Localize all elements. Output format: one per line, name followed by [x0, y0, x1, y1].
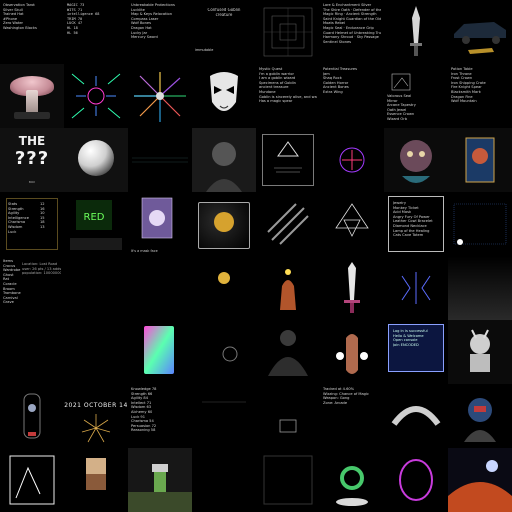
tile-moon-ring[interactable]: [192, 320, 256, 384]
tile-sketch-frame[interactable]: [0, 448, 64, 512]
tile-loadout-text-2[interactable]: Potion Table Iron Throne Frost Crown Iron S…: [448, 64, 512, 128]
tile-stat-sheet[interactable]: Stats Strength Agility Intelligence Charisma…: [0, 192, 64, 256]
item-line-8: Mercury Sword: [131, 35, 158, 40]
icon-list-line-6: Wizard Orb: [387, 116, 407, 121]
the-title: THE: [18, 134, 46, 148]
tile-dark-gradient[interactable]: [448, 256, 512, 320]
tile-coin[interactable]: [192, 256, 256, 320]
terminal-line-4: Join ENCODED: [393, 342, 419, 347]
tile-neon-bars[interactable]: [384, 256, 448, 320]
tile-stats-1[interactable]: MAGIC 73 WITS 71 intelligence 68 TRIM 70 LUC…: [64, 0, 128, 64]
frame: [262, 134, 314, 186]
stat-value-6: 13: [40, 224, 45, 229]
nft-thumbnail-grid: Observation Tarot Silver Skull Trained Hat…: [0, 0, 512, 512]
menu-box: Jewelry Monkey Ticket Acid Mask Angry Fury …: [388, 196, 444, 252]
tile-card-art[interactable]: [448, 128, 512, 192]
quest-line-8: Has a magic spear: [259, 99, 293, 104]
tile-mask-card[interactable]: It's a mask face: [128, 192, 192, 256]
tile-text-loadout-1[interactable]: Observation Tarot Silver Skull Trained Hat…: [0, 0, 64, 64]
tile-muscle-figure[interactable]: [256, 320, 320, 384]
tile-wireframe[interactable]: [192, 384, 256, 448]
tile-items-list-1[interactable]: Unbreakable Protections Lucklite Map & Key…: [128, 0, 192, 64]
tile-fire-landscape[interactable]: [448, 448, 512, 512]
tile-sword-vertical[interactable]: [320, 256, 384, 320]
tile-grid-pattern[interactable]: [256, 448, 320, 512]
tile-neon-symmetry[interactable]: [64, 64, 128, 128]
tile-figure-orange[interactable]: [256, 256, 320, 320]
tile-dark-blank-4[interactable]: [64, 320, 128, 384]
stat-name-7: Luck: [8, 229, 17, 234]
stat-line-7: HL 56: [67, 30, 78, 35]
tile-key-wheel[interactable]: [128, 64, 192, 128]
tile-holo-card[interactable]: [128, 320, 192, 384]
location-stat-1: Location: Lost Road: [22, 262, 58, 266]
tile-triangle-geometry[interactable]: [320, 192, 384, 256]
loadout-line-6: Washington Blocks: [3, 25, 37, 30]
tile-robot-toy[interactable]: [448, 320, 512, 384]
tile-menu-list[interactable]: Jewelry Monkey Ticket Acid Mask Angry Fury …: [384, 192, 448, 256]
treasure-line-6: Extra Wing: [323, 89, 343, 94]
tile-treasures-text[interactable]: Potential Treasures Jam Shaq Rock Golden Ho…: [320, 64, 384, 128]
location-item-10: Grave: [3, 300, 14, 305]
tile-pixel-warrior[interactable]: [128, 448, 192, 512]
the-question-marks: ???: [14, 148, 50, 169]
tile-dark-blank-1[interactable]: [64, 256, 128, 320]
tile-tracked-text[interactable]: Tracked at 4.60% Wizzing: Chance of Magic…: [320, 384, 384, 448]
tile-mystery-box[interactable]: THE ??? BOX: [0, 128, 64, 192]
tile-green-neon-sign[interactable]: RED: [64, 192, 128, 256]
tile-attribute-list[interactable]: Knowledge 78 Strength 66 Agility 84 Intelle…: [128, 384, 192, 448]
tile-framed-logo[interactable]: [256, 128, 320, 192]
lore-line-9: Sentinel Stones: [323, 39, 352, 44]
tile-lore-text[interactable]: Lore & Enchantment Silver The Shire Oath …: [320, 0, 384, 64]
tracked-line-4: Zone: Arcade: [323, 400, 348, 405]
tile-ornate-portrait[interactable]: [384, 128, 448, 192]
tile-footer: immutable: [195, 48, 214, 52]
loadout-line-2-8: Wolf Mountain: [451, 99, 477, 104]
tile-pixel-map[interactable]: [448, 192, 512, 256]
tile-dark-lines[interactable]: [128, 128, 192, 192]
tile-caption: It's a mask face: [131, 249, 158, 253]
tile-brown-swatch[interactable]: [64, 448, 128, 512]
tile-items-icon-list[interactable]: Valorous Seal Mirror Arcane Tapestry Oath J…: [384, 64, 448, 128]
tile-astronaut[interactable]: [448, 384, 512, 448]
tile-creature-title[interactable]: Confused Goblin creature immutable: [192, 0, 256, 64]
sphere-shape: [78, 140, 114, 176]
tile-location-stats[interactable]: Items Crocus Wardrobe Ghost Rat Coracle Broom T…: [0, 256, 64, 320]
tile-golden-card[interactable]: [192, 192, 256, 256]
tile-mask-face[interactable]: [192, 64, 256, 128]
tile-maze-pattern[interactable]: [256, 0, 320, 64]
creature-line-2: creature: [215, 12, 233, 17]
tile-sphere-art[interactable]: [64, 128, 128, 192]
tile-sword-art[interactable]: [384, 0, 448, 64]
tile-quest-text[interactable]: Mystic Quest I'm a goblin warrior I am a g…: [256, 64, 320, 128]
terminal-window: Log in is successful Hello & Welcome Open …: [388, 324, 444, 372]
tile-box-outline[interactable]: [256, 384, 320, 448]
tile-arc-swoosh[interactable]: [384, 384, 448, 448]
the-subtitle: BOX: [28, 180, 36, 184]
mushroom-stem: [26, 90, 38, 114]
location-stat-3: population: 1000000000: [22, 271, 61, 276]
svg-text:RED: RED: [84, 212, 105, 223]
tile-date-burst[interactable]: 2021 OCTOBER 14: [64, 384, 128, 448]
tile-mushroom-art[interactable]: [0, 64, 64, 128]
tile-neon-emblem[interactable]: [320, 128, 384, 192]
tile-portrait-bw[interactable]: [192, 128, 256, 192]
tile-dark-blank-3[interactable]: [0, 320, 64, 384]
tile-vehicle-art[interactable]: [448, 0, 512, 64]
tile-dark-blank-2[interactable]: [128, 256, 192, 320]
tile-cartoon-figure[interactable]: [320, 320, 384, 384]
tile-egg-art[interactable]: [384, 448, 448, 512]
tile-terminal[interactable]: Log in is successful Hello & Welcome Open …: [384, 320, 448, 384]
tile-green-ring[interactable]: [320, 448, 384, 512]
lore-line-6: Magic Seal · Endurance Grip: [323, 25, 374, 30]
tile-diagonal-pattern[interactable]: [256, 192, 320, 256]
menu-item-8: Cats Cave Totem: [393, 233, 424, 238]
tile-dark-blank-5[interactable]: [192, 448, 256, 512]
mushroom-base: [14, 112, 50, 119]
attribute-line-10: Reasoning 58: [131, 428, 156, 433]
tile-figure-capsule[interactable]: [0, 384, 64, 448]
